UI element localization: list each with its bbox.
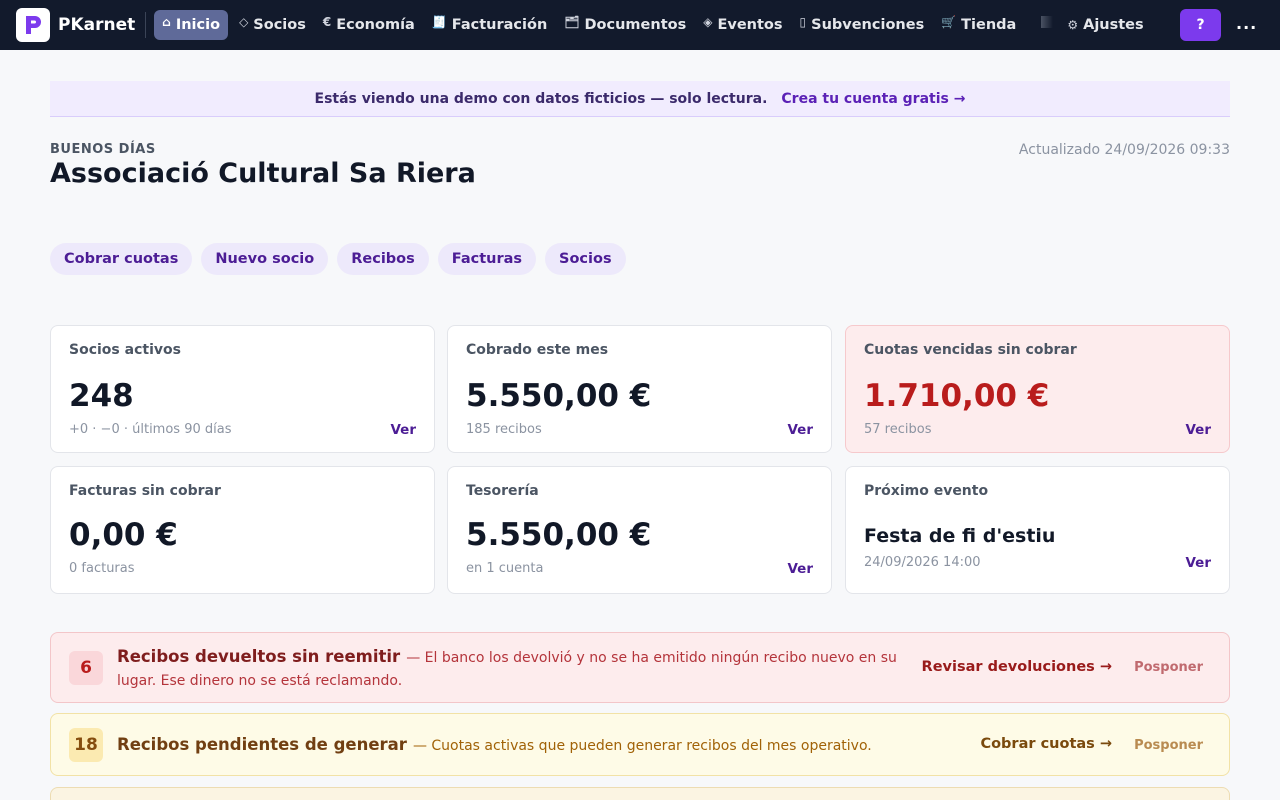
alert-text: Recibos pendientes de generar — Cuotas ac… — [117, 734, 937, 757]
card-value: 5.550,00 € — [466, 378, 652, 414]
card-view-link[interactable]: Ver — [787, 422, 813, 438]
card-label: Tesorería — [466, 483, 539, 499]
nav-item-inicio[interactable]: ⌂ Inicio — [154, 10, 229, 40]
nav-item-label: Subvenciones — [811, 17, 925, 33]
card-value: 5.550,00 € — [466, 517, 652, 553]
demo-banner-text: Estás viendo una demo con datos ficticio… — [314, 90, 768, 107]
card-value: 0,00 € — [69, 517, 178, 553]
nav-item-socios[interactable]: ◇ Socios — [233, 10, 312, 40]
card-label: Cobrado este mes — [466, 342, 609, 358]
card-facturas-sin-cobrar: Facturas sin cobrar 0,00 € 0 facturas — [50, 466, 435, 594]
top-navbar: PKarnet ⌂ Inicio ◇ Socios € Economía 🧾 F… — [0, 0, 1280, 50]
revisar-devoluciones-link[interactable]: Revisar devoluciones → — [922, 659, 1112, 675]
brand[interactable]: PKarnet — [16, 8, 135, 42]
card-tesoreria: Tesorería 5.550,00 € en 1 cuenta Ver — [447, 466, 832, 594]
event-name: Festa de fi d'estiu — [864, 525, 1056, 547]
nav-item-label: Eventos — [717, 17, 783, 33]
help-button[interactable]: ? — [1180, 9, 1221, 41]
alert-count-badge: 18 — [69, 728, 103, 762]
quick-action-nuevo-socio[interactable]: Nuevo socio — [201, 243, 329, 275]
card-subtext: 57 recibos — [864, 422, 932, 437]
card-view-link[interactable]: Ver — [1185, 422, 1211, 438]
nav-item-label: Inicio — [175, 17, 221, 33]
nav-item-label: Facturación — [451, 17, 548, 33]
grant-icon: ▯ — [799, 15, 807, 29]
event-diamond-icon: ◈ — [703, 15, 713, 29]
posponer-button[interactable]: Posponer — [1134, 738, 1203, 753]
card-view-link[interactable]: Ver — [1185, 555, 1211, 571]
card-label: Facturas sin cobrar — [69, 483, 221, 499]
alert-row-partial — [50, 787, 1230, 800]
euro-icon: € — [322, 15, 332, 29]
more-menu-button[interactable]: ... — [1236, 14, 1257, 33]
nav-item-eventos[interactable]: ◈ Eventos — [697, 10, 788, 40]
nav-item-economia[interactable]: € Economía — [317, 10, 421, 40]
card-label: Socios activos — [69, 342, 181, 358]
card-proximo-evento: Próximo evento Festa de fi d'estiu 24/09… — [845, 466, 1230, 594]
posponer-button[interactable]: Posponer — [1134, 660, 1203, 675]
nav-divider — [145, 12, 147, 38]
nav-item-facturacion[interactable]: 🧾 Facturación — [426, 10, 553, 40]
logo-p-mark — [26, 16, 41, 34]
card-value: 248 — [69, 378, 134, 414]
card-subtext: +0 · −0 · últimos 90 días — [69, 422, 232, 437]
alert-title: Recibos pendientes de generar — [117, 735, 407, 754]
nav-item-label: Ajustes — [1083, 17, 1144, 33]
card-label: Próximo evento — [864, 483, 989, 499]
home-icon: ⌂ — [162, 15, 171, 29]
cart-icon: 🛒 — [941, 15, 957, 29]
alert-title: Recibos devueltos sin reemitir — [117, 647, 401, 666]
nav-item-tienda[interactable]: 🛒 Tienda — [935, 10, 1022, 40]
demo-banner: Estás viendo una demo con datos ficticio… — [50, 81, 1230, 117]
quick-action-cobrar-cuotas[interactable]: Cobrar cuotas — [50, 243, 193, 275]
card-subtext: 0 facturas — [69, 561, 135, 576]
gear-icon: ⚙ — [1067, 18, 1079, 32]
quick-action-recibos[interactable]: Recibos — [337, 243, 429, 275]
create-account-link[interactable]: Crea tu cuenta gratis → — [781, 91, 965, 107]
alert-recibos-pendientes: 18 Recibos pendientes de generar — Cuotas… — [50, 713, 1230, 776]
nav-item-documentos[interactable]: 🗂 Documentos — [558, 10, 692, 40]
nav-overflow-fade — [1041, 16, 1054, 28]
alert-count-badge: 6 — [69, 651, 103, 685]
quick-actions: Cobrar cuotas Nuevo socio Recibos Factur… — [50, 243, 635, 275]
nav-item-subvenciones[interactable]: ▯ Subvenciones — [794, 10, 931, 40]
card-subtext: en 1 cuenta — [466, 561, 544, 576]
nav-item-ajustes[interactable]: ⚙ Ajustes — [1061, 10, 1149, 40]
brand-name: PKarnet — [58, 15, 136, 35]
pkarnet-logo-icon — [16, 8, 50, 42]
card-cuotas-vencidas: Cuotas vencidas sin cobrar 1.710,00 € 57… — [845, 325, 1230, 453]
card-value: 1.710,00 € — [864, 378, 1050, 414]
cobrar-cuotas-link[interactable]: Cobrar cuotas → — [980, 736, 1112, 752]
event-datetime: 24/09/2026 14:00 — [864, 555, 981, 570]
card-view-link[interactable]: Ver — [390, 422, 416, 438]
folder-icon: 🗂 — [564, 15, 580, 29]
card-label: Cuotas vencidas sin cobrar — [864, 342, 1077, 358]
card-socios-activos: Socios activos 248 +0 · −0 · últimos 90 … — [50, 325, 435, 453]
greeting-label: BUENOS DÍAS — [50, 142, 156, 157]
quick-action-socios[interactable]: Socios — [545, 243, 626, 275]
page-title: Associació Cultural Sa Riera — [50, 158, 476, 189]
card-cobrado-mes: Cobrado este mes 5.550,00 € 185 recibos … — [447, 325, 832, 453]
nav-item-label: Documentos — [584, 17, 687, 33]
quick-action-facturas[interactable]: Facturas — [437, 243, 537, 275]
card-view-link[interactable]: Ver — [787, 561, 813, 577]
last-updated: Actualizado 24/09/2026 09:33 — [1018, 142, 1230, 158]
nav-item-label: Tienda — [961, 17, 1017, 33]
card-subtext: 185 recibos — [466, 422, 542, 437]
nav-item-label: Socios — [253, 17, 306, 33]
alert-recibos-devueltos: 6 Recibos devueltos sin reemitir — El ban… — [50, 632, 1230, 703]
receipt-icon: 🧾 — [431, 15, 447, 29]
nav-item-label: Economía — [336, 17, 415, 33]
alert-text: Recibos devueltos sin reemitir — El banco… — [117, 646, 917, 692]
alert-description: — Cuotas activas que pueden generar reci… — [412, 738, 872, 754]
nav-items: ⌂ Inicio ◇ Socios € Economía 🧾 Facturaci… — [154, 10, 1154, 40]
diamond-icon: ◇ — [239, 15, 249, 29]
